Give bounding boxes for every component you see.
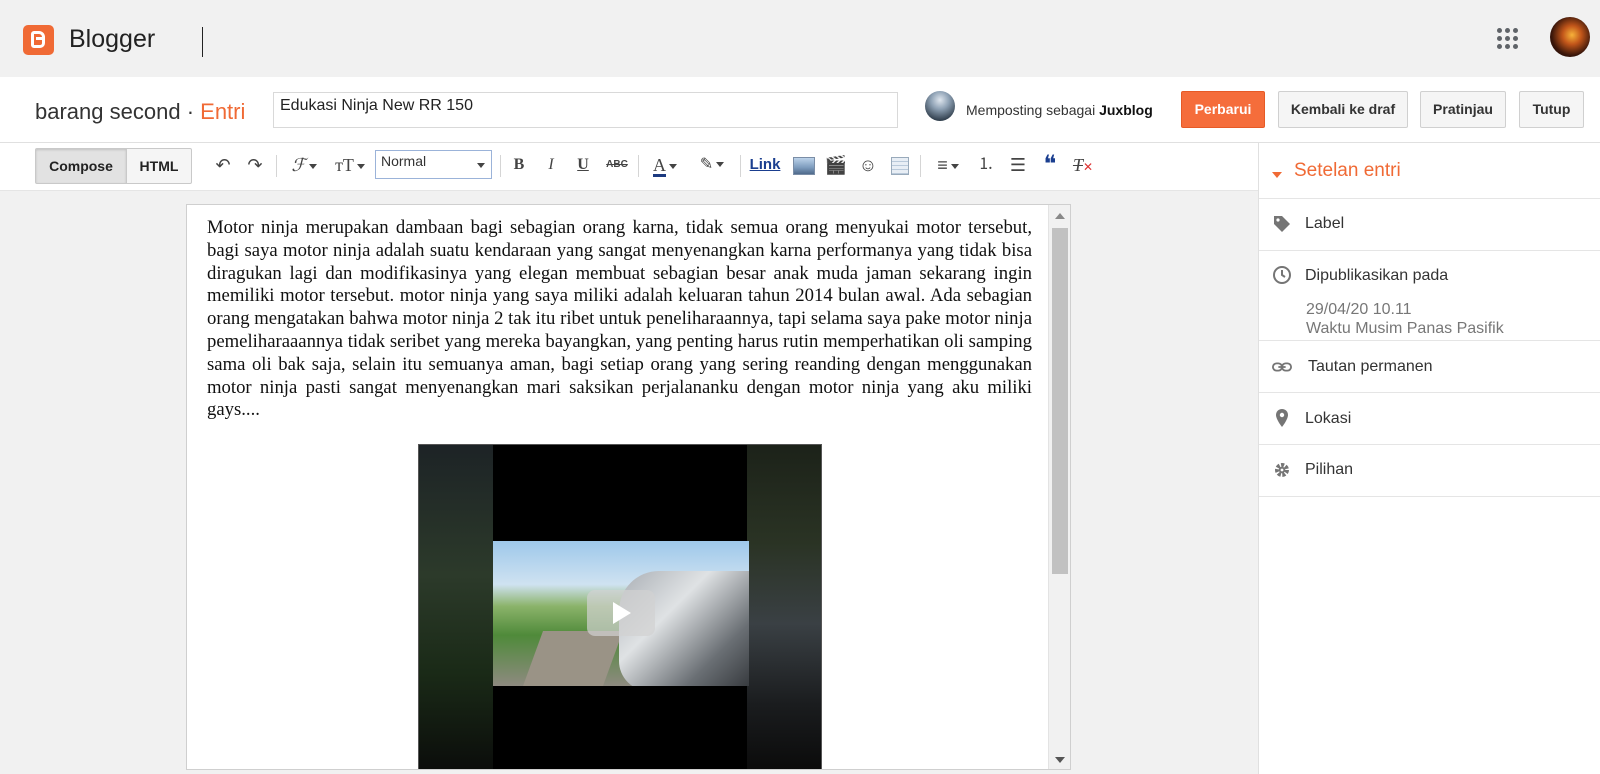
close-button[interactable]: Tutup bbox=[1519, 91, 1584, 128]
top-bar: Blogger bbox=[0, 0, 1600, 77]
sidebar-item-label[interactable]: Label bbox=[1259, 199, 1600, 251]
compose-mode-button[interactable]: Compose bbox=[35, 148, 127, 184]
bold-button[interactable]: B bbox=[508, 153, 530, 177]
sidebar-item-permalink-text: Tautan permanen bbox=[1308, 358, 1433, 375]
clear-formatting-icon[interactable]: T✕ bbox=[1070, 153, 1096, 177]
format-value: Normal bbox=[381, 153, 427, 169]
published-datetime: 29/04/20 10.11 bbox=[1306, 301, 1412, 318]
link-icon bbox=[1272, 362, 1292, 372]
revert-to-draft-button[interactable]: Kembali ke draf bbox=[1278, 91, 1408, 128]
app-name[interactable]: Blogger bbox=[69, 25, 155, 54]
blogger-logo-icon[interactable] bbox=[23, 25, 54, 55]
account-avatar[interactable] bbox=[1550, 17, 1590, 57]
preview-button[interactable]: Pratinjau bbox=[1420, 91, 1506, 128]
play-icon[interactable] bbox=[587, 590, 655, 636]
sidebar-item-permalink[interactable]: Tautan permanen bbox=[1259, 341, 1600, 393]
sidebar-item-label-text: Label bbox=[1305, 215, 1345, 232]
quote-icon[interactable]: ❝ bbox=[1038, 153, 1062, 177]
insert-link-button[interactable]: Link bbox=[746, 153, 784, 177]
sidebar-item-options-text: Pilihan bbox=[1305, 461, 1354, 478]
chevron-down-icon bbox=[477, 163, 485, 168]
divider bbox=[202, 27, 203, 57]
highlight-color-icon[interactable]: ✎ bbox=[692, 153, 732, 177]
video-thumbnail bbox=[493, 541, 749, 686]
editor-toolbar: Compose HTML ↶ ↷ ℱ тT Normal B I U ABC A… bbox=[0, 143, 1258, 191]
sidebar-item-published-text: Dipublikasikan pada bbox=[1305, 267, 1449, 284]
published-timezone: Waktu Musim Panas Pasifik bbox=[1306, 320, 1504, 337]
gear-icon bbox=[1275, 463, 1289, 477]
font-size-icon[interactable]: тT bbox=[330, 153, 370, 177]
numbered-list-icon[interactable]: ⒈ bbox=[974, 153, 998, 177]
redo-icon[interactable]: ↷ bbox=[244, 153, 266, 177]
breadcrumb: barang second · Entri bbox=[35, 99, 245, 125]
sidebar-item-location-text: Lokasi bbox=[1305, 410, 1352, 427]
embedded-video[interactable] bbox=[418, 444, 822, 769]
underline-button[interactable]: U bbox=[572, 153, 594, 177]
emoji-icon[interactable]: ☺ bbox=[856, 153, 880, 177]
caret-down-icon bbox=[1272, 172, 1282, 178]
apps-grid-icon[interactable] bbox=[1497, 28, 1519, 50]
posting-as-prefix: Memposting sebagai bbox=[966, 102, 1096, 118]
html-mode-button[interactable]: HTML bbox=[126, 148, 192, 184]
breadcrumb-separator: · bbox=[186, 99, 195, 124]
italic-button[interactable]: I bbox=[540, 153, 562, 177]
bulleted-list-icon[interactable]: ☰ bbox=[1006, 153, 1030, 177]
editor-scrollbar[interactable] bbox=[1048, 205, 1070, 769]
scroll-up-arrow-icon[interactable] bbox=[1055, 213, 1065, 219]
entry-header: barang second · Entri Memposting sebagai… bbox=[0, 77, 1600, 143]
posting-as-user: Juxblog bbox=[1099, 102, 1153, 118]
scroll-down-arrow-icon[interactable] bbox=[1055, 757, 1065, 763]
paragraph-format-select[interactable]: Normal bbox=[375, 150, 492, 179]
post-settings-header[interactable]: Setelan entri bbox=[1259, 143, 1600, 199]
tag-icon bbox=[1274, 216, 1290, 232]
clock-icon bbox=[1273, 266, 1291, 284]
scroll-thumb[interactable] bbox=[1052, 228, 1068, 574]
post-settings-sidebar: Setelan entri Label Dipublikasikan pada … bbox=[1258, 143, 1600, 774]
sidebar-item-location[interactable]: Lokasi bbox=[1259, 393, 1600, 445]
posting-as-text: Memposting sebagai Juxblog bbox=[966, 102, 1153, 118]
insert-jump-break-icon[interactable] bbox=[888, 153, 912, 177]
post-title-input[interactable] bbox=[273, 92, 898, 128]
strikethrough-button[interactable]: ABC bbox=[603, 153, 631, 177]
text-color-icon[interactable]: A bbox=[646, 153, 684, 177]
blog-name[interactable]: barang second bbox=[35, 99, 181, 124]
post-body-text[interactable]: Motor ninja merupakan dambaan bagi sebag… bbox=[207, 217, 1032, 422]
font-family-icon[interactable]: ℱ bbox=[286, 153, 322, 177]
insert-video-icon[interactable]: 🎬 bbox=[824, 153, 848, 177]
insert-image-icon[interactable] bbox=[792, 153, 816, 177]
undo-icon[interactable]: ↶ bbox=[212, 153, 234, 177]
update-button[interactable]: Perbarui bbox=[1181, 91, 1265, 128]
sidebar-item-options[interactable]: Pilihan bbox=[1259, 445, 1600, 497]
post-editor[interactable]: Motor ninja merupakan dambaan bagi sebag… bbox=[186, 204, 1071, 770]
align-icon[interactable]: ≡ bbox=[928, 153, 968, 177]
location-pin-icon bbox=[1276, 409, 1288, 427]
section-name: Entri bbox=[200, 99, 246, 124]
post-settings-title: Setelan entri bbox=[1294, 160, 1401, 181]
poster-avatar bbox=[925, 91, 955, 121]
sidebar-item-published[interactable]: Dipublikasikan pada 29/04/20 10.11 Waktu… bbox=[1259, 251, 1600, 341]
